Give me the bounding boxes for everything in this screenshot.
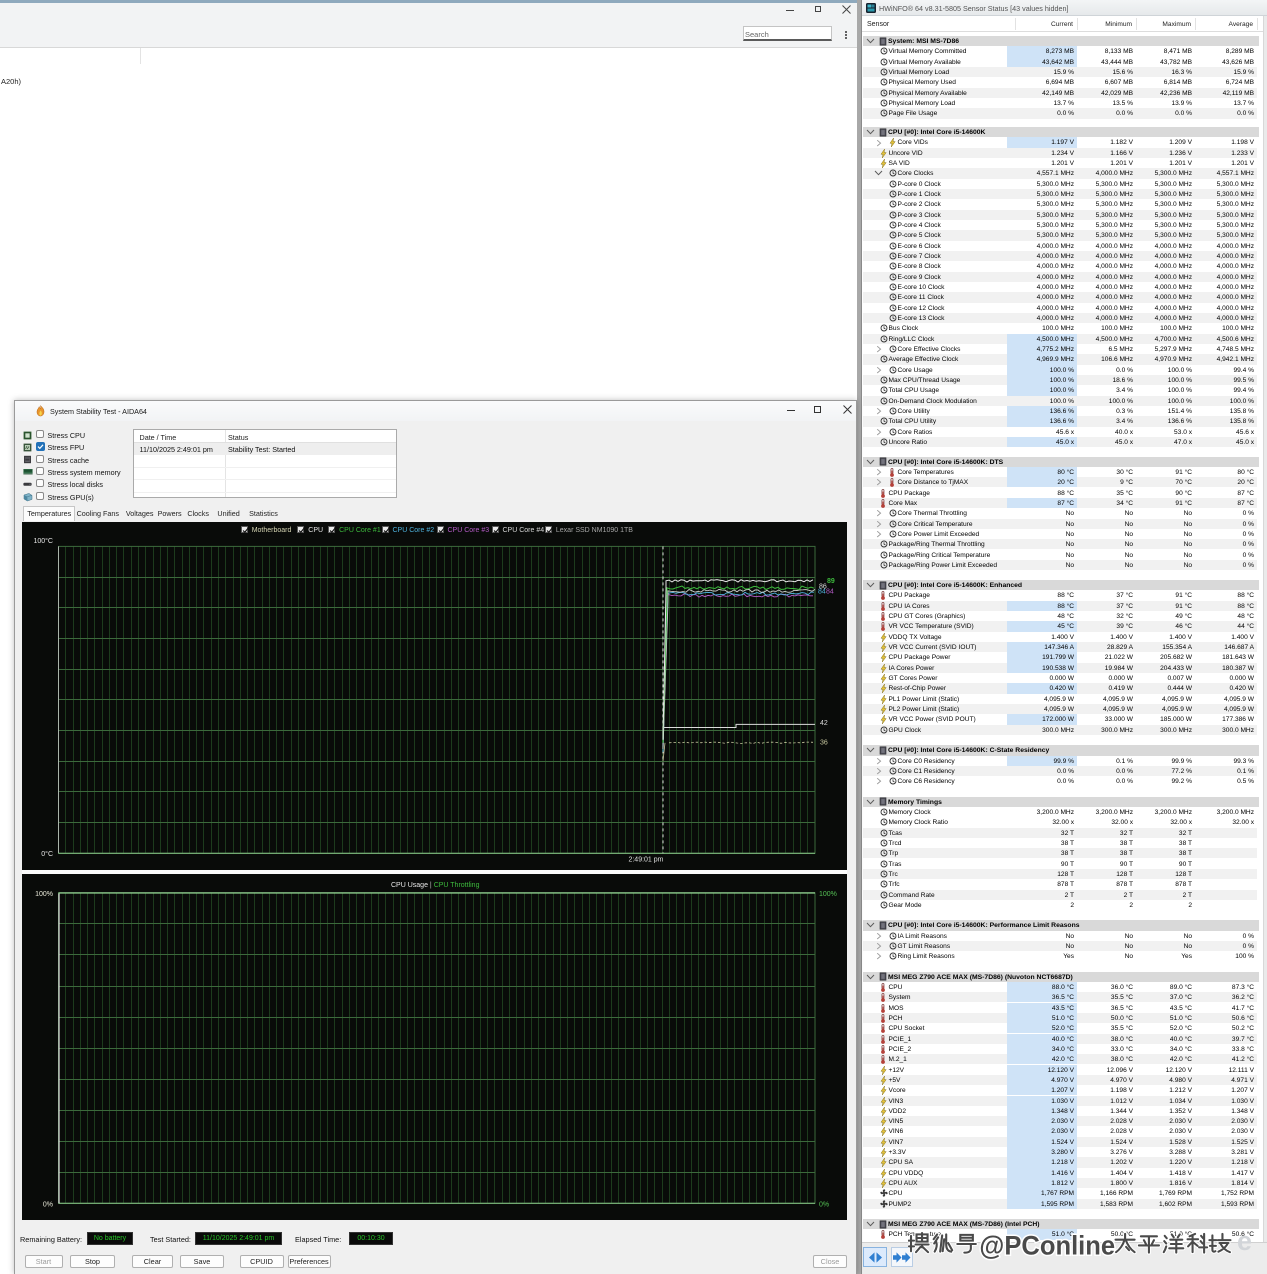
svg-text:84: 84 [818,589,826,596]
svg-text:0%: 0% [43,1202,53,1209]
svg-text:100%: 100% [819,891,837,898]
svg-text:36: 36 [820,740,828,747]
svg-text:0%: 0% [819,1202,829,1209]
svg-text:84: 84 [826,589,834,596]
svg-text:0°C: 0°C [41,850,53,858]
svg-text:@PConline: @PConline [979,1230,1115,1261]
svg-text:100%: 100% [35,891,53,898]
svg-text:CPU Usage | CPU Throttling: CPU Usage | CPU Throttling [391,882,480,889]
svg-text:100°C: 100°C [33,537,53,545]
svg-text:42: 42 [820,720,828,727]
svg-text:89: 89 [827,578,835,585]
svg-text:2:49:01 pm: 2:49:01 pm [628,857,663,864]
